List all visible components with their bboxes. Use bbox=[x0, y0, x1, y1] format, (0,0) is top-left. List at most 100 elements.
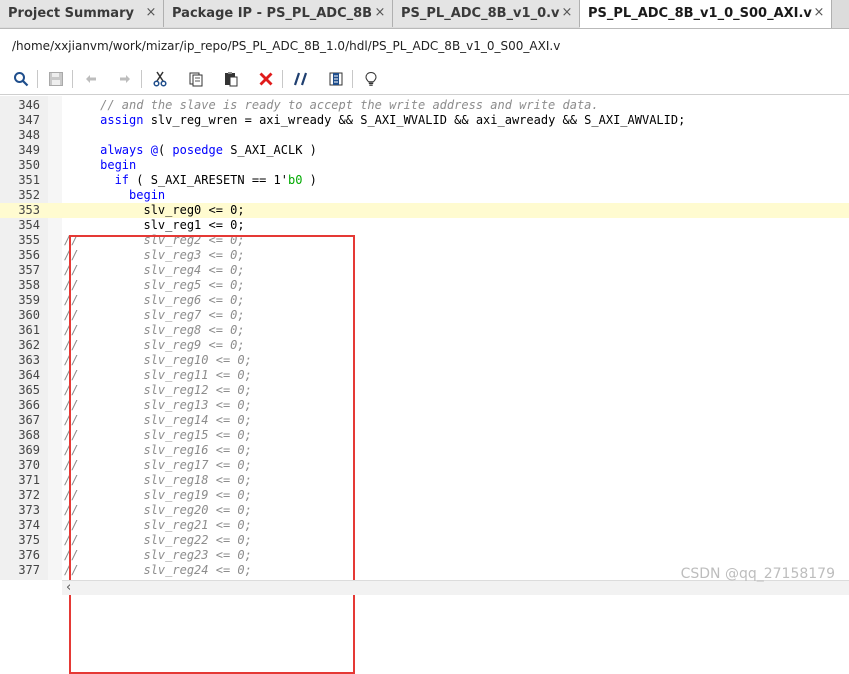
code-text: // slv_reg7 <= 0; bbox=[64, 308, 245, 322]
close-icon[interactable]: × bbox=[561, 6, 573, 20]
code-line[interactable]: 363 // slv_reg10 <= 0; bbox=[0, 353, 849, 368]
search-icon[interactable] bbox=[10, 69, 32, 89]
code-line[interactable]: 370 // slv_reg17 <= 0; bbox=[0, 458, 849, 473]
redo-icon[interactable] bbox=[114, 69, 136, 89]
tab-label: Package IP - PS_PL_ADC_8B bbox=[172, 6, 373, 21]
code-line[interactable]: 362 // slv_reg9 <= 0; bbox=[0, 338, 849, 353]
code-text: slv_reg1 <= 0; bbox=[64, 218, 245, 232]
code-line[interactable]: 361 // slv_reg8 <= 0; bbox=[0, 323, 849, 338]
code-line[interactable]: 367 // slv_reg14 <= 0; bbox=[0, 413, 849, 428]
code-text: // slv_reg14 <= 0; bbox=[64, 413, 252, 427]
code-text: // slv_reg9 <= 0; bbox=[64, 338, 245, 352]
line-number: 369 bbox=[18, 443, 40, 457]
line-number: 372 bbox=[18, 488, 40, 502]
tab-label: PS_PL_ADC_8B_v1_0_S00_AXI.v bbox=[588, 6, 812, 21]
code-text: // slv_reg24 <= 0; bbox=[64, 563, 252, 577]
line-number: 364 bbox=[18, 368, 40, 382]
line-number: 348 bbox=[18, 128, 40, 142]
code-line[interactable]: 355 // slv_reg2 <= 0; bbox=[0, 233, 849, 248]
tab-project-summary[interactable]: Project Summary × bbox=[0, 0, 164, 27]
code-line[interactable]: 374 // slv_reg21 <= 0; bbox=[0, 518, 849, 533]
line-number: 349 bbox=[18, 143, 40, 157]
code-line[interactable]: 360 // slv_reg7 <= 0; bbox=[0, 308, 849, 323]
code-line[interactable]: 354 slv_reg1 <= 0; bbox=[0, 218, 849, 233]
lightbulb-icon[interactable] bbox=[360, 69, 382, 89]
line-number: 375 bbox=[18, 533, 40, 547]
code-line[interactable]: 365 // slv_reg12 <= 0; bbox=[0, 383, 849, 398]
file-path-bar: /home/xxjianvm/work/mizar/ip_repo/PS_PL_… bbox=[0, 29, 849, 63]
code-line[interactable]: 350 begin bbox=[0, 158, 849, 173]
editor-tab-bar: Project Summary × Package IP - PS_PL_ADC… bbox=[0, 0, 849, 29]
paste-icon[interactable] bbox=[220, 69, 242, 89]
line-number: 366 bbox=[18, 398, 40, 412]
code-line[interactable]: 359 // slv_reg6 <= 0; bbox=[0, 293, 849, 308]
code-line[interactable]: 373 // slv_reg20 <= 0; bbox=[0, 503, 849, 518]
code-line[interactable]: 353 slv_reg0 <= 0; bbox=[0, 203, 849, 218]
toolbar-divider bbox=[282, 70, 283, 88]
code-line[interactable]: 375 // slv_reg22 <= 0; bbox=[0, 533, 849, 548]
code-line[interactable]: 347 assign slv_reg_wren = axi_wready && … bbox=[0, 113, 849, 128]
line-number: 371 bbox=[18, 473, 40, 487]
code-line[interactable]: 352 begin bbox=[0, 188, 849, 203]
horizontal-scrollbar[interactable]: ‹ bbox=[62, 580, 849, 595]
code-text: begin bbox=[100, 158, 137, 172]
tab-label: PS_PL_ADC_8B_v1_0.v bbox=[401, 6, 560, 21]
code-line[interactable]: 349 always @( posedge S_AXI_ACLK ) bbox=[0, 143, 849, 158]
line-number: 355 bbox=[18, 233, 40, 247]
close-icon[interactable]: × bbox=[813, 6, 825, 20]
columns-icon[interactable] bbox=[325, 69, 347, 89]
code-text: // slv_reg22 <= 0; bbox=[64, 533, 252, 547]
toolbar-divider bbox=[72, 70, 73, 88]
code-line[interactable]: 358 // slv_reg5 <= 0; bbox=[0, 278, 849, 293]
code-text: // slv_reg23 <= 0; bbox=[64, 548, 252, 562]
code-line[interactable]: 351 if ( S_AXI_ARESETN == 1'b0 ) bbox=[0, 173, 849, 188]
code-line[interactable]: 369 // slv_reg16 <= 0; bbox=[0, 443, 849, 458]
code-text: // slv_reg3 <= 0; bbox=[64, 248, 245, 262]
cut-icon[interactable] bbox=[149, 69, 171, 89]
code-text: // slv_reg5 <= 0; bbox=[64, 278, 245, 292]
code-text: begin bbox=[129, 188, 166, 202]
line-number: 363 bbox=[18, 353, 40, 367]
code-text: // slv_reg8 <= 0; bbox=[64, 323, 245, 337]
code-line[interactable]: 371 // slv_reg18 <= 0; bbox=[0, 473, 849, 488]
line-number: 358 bbox=[18, 278, 40, 292]
code-line[interactable]: 364 // slv_reg11 <= 0; bbox=[0, 368, 849, 383]
code-text: // slv_reg6 <= 0; bbox=[64, 293, 245, 307]
line-number: 354 bbox=[18, 218, 40, 232]
code-text: slv_reg0 <= 0; bbox=[64, 203, 245, 217]
save-icon[interactable] bbox=[45, 69, 67, 89]
code-line[interactable]: 346 // and the slave is ready to accept … bbox=[0, 98, 849, 113]
code-text: // slv_reg21 <= 0; bbox=[64, 518, 252, 532]
line-number: 356 bbox=[18, 248, 40, 262]
scroll-left-icon[interactable]: ‹ bbox=[66, 580, 71, 595]
tab-package-ip[interactable]: Package IP - PS_PL_ADC_8B × bbox=[164, 0, 393, 27]
code-text: // slv_reg4 <= 0; bbox=[64, 263, 245, 277]
code-line[interactable]: 376 // slv_reg23 <= 0; bbox=[0, 548, 849, 563]
code-text: // slv_reg12 <= 0; bbox=[64, 383, 252, 397]
code-text: // slv_reg20 <= 0; bbox=[64, 503, 252, 517]
code-line[interactable]: 348 bbox=[0, 128, 849, 143]
undo-icon[interactable] bbox=[80, 69, 102, 89]
code-text: // slv_reg16 <= 0; bbox=[64, 443, 252, 457]
line-number: 370 bbox=[18, 458, 40, 472]
line-number: 347 bbox=[18, 113, 40, 127]
copy-icon[interactable] bbox=[185, 69, 207, 89]
code-editor[interactable]: 346 // and the slave is ready to accept … bbox=[0, 96, 849, 674]
close-icon[interactable]: × bbox=[374, 6, 386, 20]
code-line[interactable]: 357 // slv_reg4 <= 0; bbox=[0, 263, 849, 278]
code-text: // slv_reg17 <= 0; bbox=[64, 458, 252, 472]
code-line[interactable]: 356 // slv_reg3 <= 0; bbox=[0, 248, 849, 263]
toolbar-divider bbox=[141, 70, 142, 88]
tab-ps-pl-adc-s00-axi[interactable]: PS_PL_ADC_8B_v1_0_S00_AXI.v × bbox=[580, 0, 832, 28]
tab-ps-pl-adc-v[interactable]: PS_PL_ADC_8B_v1_0.v × bbox=[393, 0, 580, 27]
code-text: // slv_reg18 <= 0; bbox=[64, 473, 252, 487]
line-number: 351 bbox=[18, 173, 40, 187]
line-number: 373 bbox=[18, 503, 40, 517]
code-line[interactable]: 366 // slv_reg13 <= 0; bbox=[0, 398, 849, 413]
code-line[interactable]: 372 // slv_reg19 <= 0; bbox=[0, 488, 849, 503]
code-text: // slv_reg10 <= 0; bbox=[64, 353, 252, 367]
delete-icon[interactable] bbox=[255, 69, 277, 89]
close-icon[interactable]: × bbox=[145, 6, 157, 20]
comment-icon[interactable] bbox=[290, 69, 312, 89]
code-line[interactable]: 368 // slv_reg15 <= 0; bbox=[0, 428, 849, 443]
